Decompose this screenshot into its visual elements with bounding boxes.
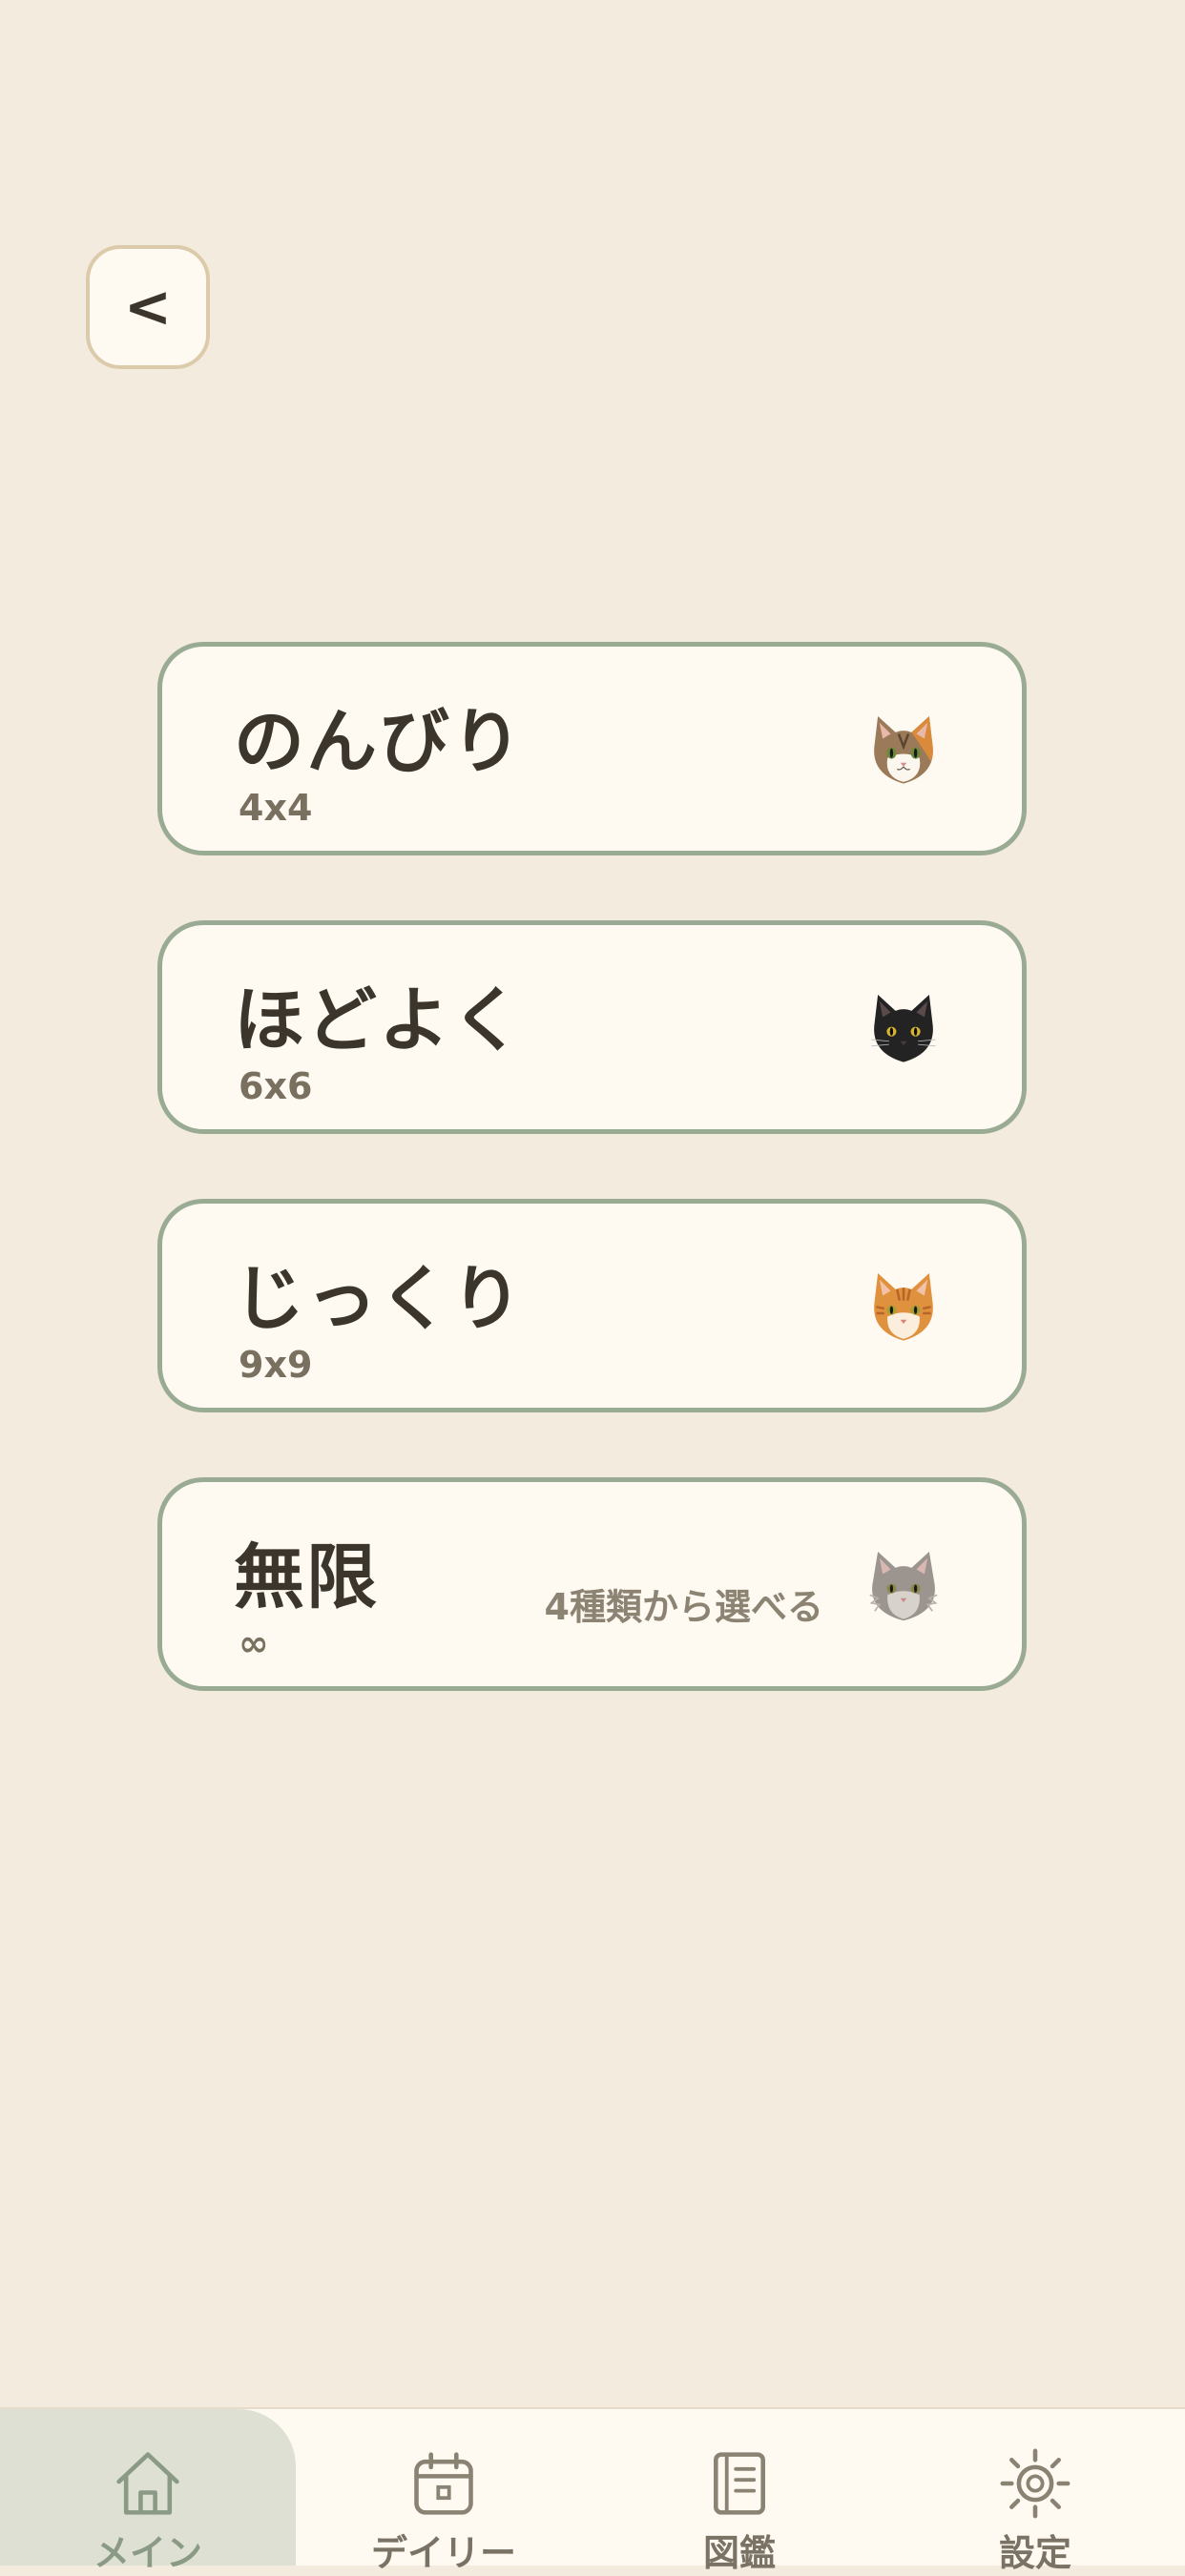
mode-size: ∞ (239, 1622, 269, 1664)
tab-main[interactable]: メイン (0, 2409, 296, 2574)
mode-card-hodoyoku[interactable]: ほどよく 6x6 (157, 920, 1027, 1134)
gear-icon (1000, 2448, 1071, 2519)
mode-card-jikkuri[interactable]: じっくり 9x9 (157, 1199, 1027, 1412)
orange-tabby-cat-icon (874, 1273, 933, 1341)
black-cat-icon (871, 995, 936, 1062)
mode-note: 4種類から選べる (544, 1586, 823, 1628)
tab-daily[interactable]: デイリー (296, 2409, 592, 2574)
mode-size: 4x4 (239, 787, 313, 829)
mode-size: 9x9 (239, 1344, 313, 1386)
tab-label: 図鑑 (702, 2532, 776, 2574)
mode-card-nonbiri[interactable]: のんびり 4x4 (157, 642, 1027, 855)
calendar-icon (414, 2452, 473, 2515)
tab-label: 設定 (998, 2532, 1071, 2574)
back-button[interactable]: < (86, 245, 210, 369)
tab-settings[interactable]: 設定 (887, 2409, 1183, 2574)
mode-title: 無限 (234, 1536, 379, 1618)
mode-size: 6x6 (239, 1065, 313, 1107)
gray-longhair-cat-icon (869, 1552, 938, 1621)
mode-title: じっくり (234, 1258, 524, 1340)
mode-title: ほどよく (234, 979, 524, 1061)
tabby-calico-cat-icon (874, 716, 933, 784)
mode-card-mugen[interactable]: 無限 ∞ 4種類から選べる (157, 1477, 1027, 1691)
tab-label: デイリー (370, 2532, 516, 2574)
tab-encyclopedia[interactable]: 図鑑 (592, 2409, 887, 2574)
home-icon (116, 2452, 179, 2515)
book-icon (714, 2452, 765, 2515)
bottom-tab-bar: メイン デイリー 図鑑 設定 (0, 2407, 1185, 2574)
tab-label: メイン (93, 2532, 202, 2574)
mode-title: のんびり (234, 701, 524, 783)
